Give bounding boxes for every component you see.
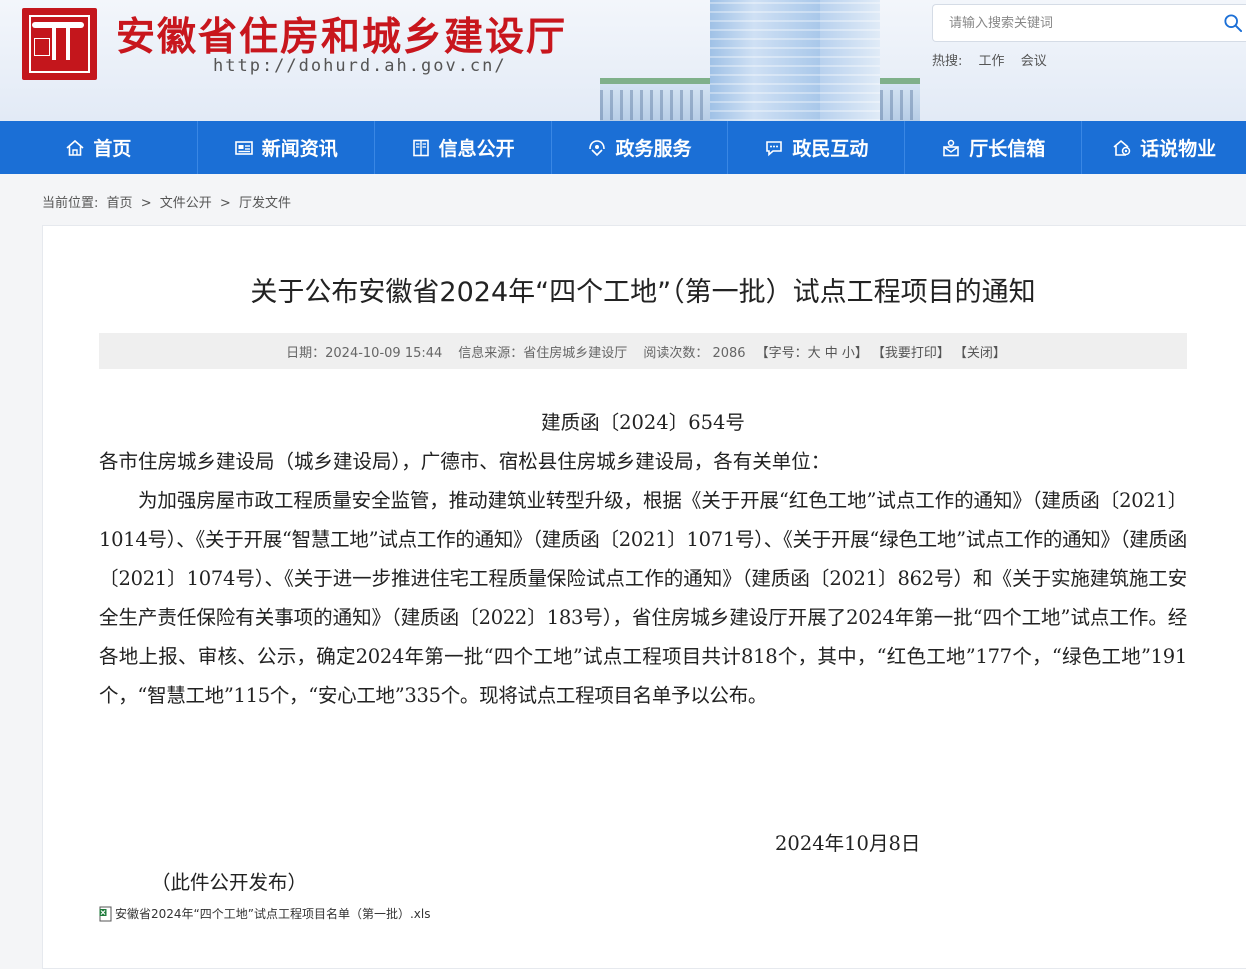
breadcrumb: 当前位置: 首页 > 文件公开 > 厅发文件 [42, 192, 295, 211]
breadcrumb-label: 当前位置: [42, 196, 99, 211]
breadcrumb-separator: > [219, 196, 231, 211]
hot-search-label: 热搜: [932, 54, 963, 69]
nav-label: 政务服务 [615, 138, 692, 160]
service-icon [589, 139, 606, 156]
body-paragraph: 为加强房屋市政工程质量安全监管，推动建筑业转型升级，根据《关于开展“红色工地”试… [99, 489, 1187, 707]
breadcrumb-item-home[interactable]: 首页 [107, 196, 133, 211]
breadcrumb-item-dept-files[interactable]: 厅发文件 [239, 196, 291, 211]
hot-search-term[interactable]: 工作 [979, 54, 1005, 69]
site-url: http://dohurd.ah.gov.cn/ [213, 56, 507, 76]
chat-icon [766, 140, 783, 156]
search-input[interactable] [947, 14, 1211, 31]
attachment-name[interactable]: 安徽省2024年“四个工地”试点工程项目名单（第一批）.xls [115, 905, 430, 922]
nav-label: 新闻资讯 [261, 138, 338, 160]
document-icon [412, 139, 429, 156]
sign-date: 2024年10月8日 [775, 832, 921, 855]
hot-search: 热搜: 工作 会议 [932, 50, 1059, 69]
nav-label: 信息公开 [438, 138, 515, 160]
article-title: 关于公布安徽省2024年“四个工地”（第一批）试点工程项目的通知 [250, 277, 1036, 308]
publish-date: 日期：2024-10-09 15:44 [286, 345, 443, 361]
article-container: 关于公布安徽省2024年“四个工地”（第一批）试点工程项目的通知 日期：2024… [42, 225, 1246, 969]
site-title[interactable]: 安徽省住房和城乡建设厅 [116, 6, 567, 62]
view-count-label: 阅读次数： [643, 345, 709, 361]
header-banner-image [560, 0, 960, 121]
publish-note: （此件公开发布） [151, 871, 308, 894]
nav-item-news[interactable]: 新闻资讯 [198, 121, 375, 174]
article-body: 建质函〔2024〕654号 各市住房城乡建设局（城乡建设局），广德市、宿松县住房… [99, 403, 1187, 715]
info-source: 信息来源：省住房城乡建设厅 [458, 345, 628, 361]
breadcrumb-item-files[interactable]: 文件公开 [160, 196, 212, 211]
article-meta-bar: 日期：2024-10-09 15:44 信息来源：省住房城乡建设厅 阅读次数： … [99, 333, 1187, 369]
view-count-value: 2086 [712, 345, 746, 361]
mailbox-icon [943, 139, 960, 156]
nav-item-mailbox[interactable]: 厅长信箱 [905, 121, 1083, 174]
close-button[interactable]: 【关闭】 [954, 342, 1006, 361]
document-number: 建质函〔2024〕654号 [541, 411, 745, 434]
nav-item-interaction[interactable]: 政民互动 [728, 121, 906, 174]
main-nav: 首页 新闻资讯 信息公开 政务服务 政民互动 厅长信箱 话说物业 [0, 121, 1246, 174]
font-size-control[interactable]: 【字号：大 中 小】 [756, 342, 868, 361]
nav-label: 厅长信箱 [969, 138, 1046, 160]
site-header: 安徽省住房和城乡建设厅 http://dohurd.ah.gov.cn/ 热搜:… [0, 0, 1246, 121]
print-button[interactable]: 【我要打印】 [872, 342, 950, 361]
nav-item-gov-service[interactable]: 政务服务 [552, 121, 729, 174]
hot-search-term[interactable]: 会议 [1021, 54, 1047, 69]
addressee: 各市住房城乡建设局（城乡建设局），广德市、宿松县住房城乡建设局，各有关单位： [99, 450, 831, 473]
nav-item-info-disclosure[interactable]: 信息公开 [375, 121, 552, 174]
home-icon [66, 139, 84, 156]
news-icon [234, 140, 253, 155]
search-icon[interactable] [1224, 14, 1242, 32]
view-count: 阅读次数： 2086 [643, 342, 745, 361]
property-icon [1113, 139, 1131, 156]
excel-file-icon [99, 906, 112, 921]
nav-item-home[interactable]: 首页 [0, 121, 198, 174]
site-logo[interactable] [22, 8, 97, 80]
attachment-link[interactable]: 安徽省2024年“四个工地”试点工程项目名单（第一批）.xls [99, 905, 430, 922]
breadcrumb-separator: > [140, 196, 152, 211]
search-box [932, 4, 1246, 42]
nav-label: 话说物业 [1140, 138, 1217, 160]
nav-label: 首页 [93, 138, 132, 160]
nav-label: 政民互动 [792, 138, 869, 160]
nav-item-property[interactable]: 话说物业 [1082, 121, 1246, 174]
